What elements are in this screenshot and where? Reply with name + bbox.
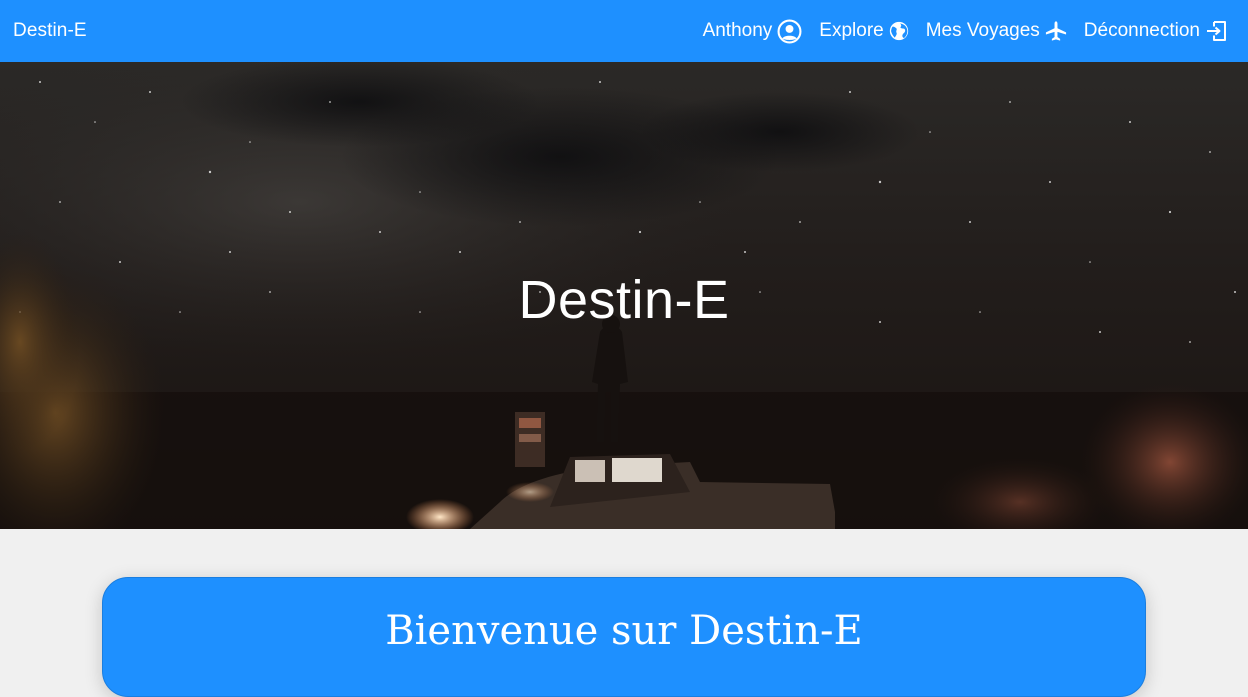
- top-navbar: Destin-E Anthony Explore Mes Voyages Déc…: [0, 0, 1248, 62]
- globe-icon: [889, 21, 908, 41]
- nav-item-logout-label: Déconnection: [1083, 20, 1200, 41]
- nav-item-profile[interactable]: Anthony: [703, 19, 803, 44]
- nav-item-trips-label: Mes Voyages: [925, 20, 1040, 41]
- welcome-title: Bienvenue sur Destin-E: [385, 608, 863, 654]
- welcome-card: Bienvenue sur Destin-E: [102, 577, 1146, 697]
- nav-item-profile-label: Anthony: [702, 20, 773, 41]
- sign-out-icon: [1207, 21, 1226, 41]
- nav-links: Anthony Explore Mes Voyages Déconnection: [703, 19, 1229, 44]
- nav-item-trips[interactable]: Mes Voyages: [926, 20, 1067, 42]
- hero-title: Destin-E: [518, 270, 730, 330]
- plane-icon: [1045, 21, 1066, 41]
- nav-item-logout[interactable]: Déconnection: [1084, 19, 1229, 43]
- nav-item-explore-label: Explore: [819, 20, 884, 41]
- hero-banner: Destin-E: [0, 62, 1248, 529]
- nav-item-explore[interactable]: Explore: [819, 20, 908, 42]
- user-circle-icon: [777, 19, 802, 43]
- brand-link[interactable]: Destin-E: [13, 20, 87, 42]
